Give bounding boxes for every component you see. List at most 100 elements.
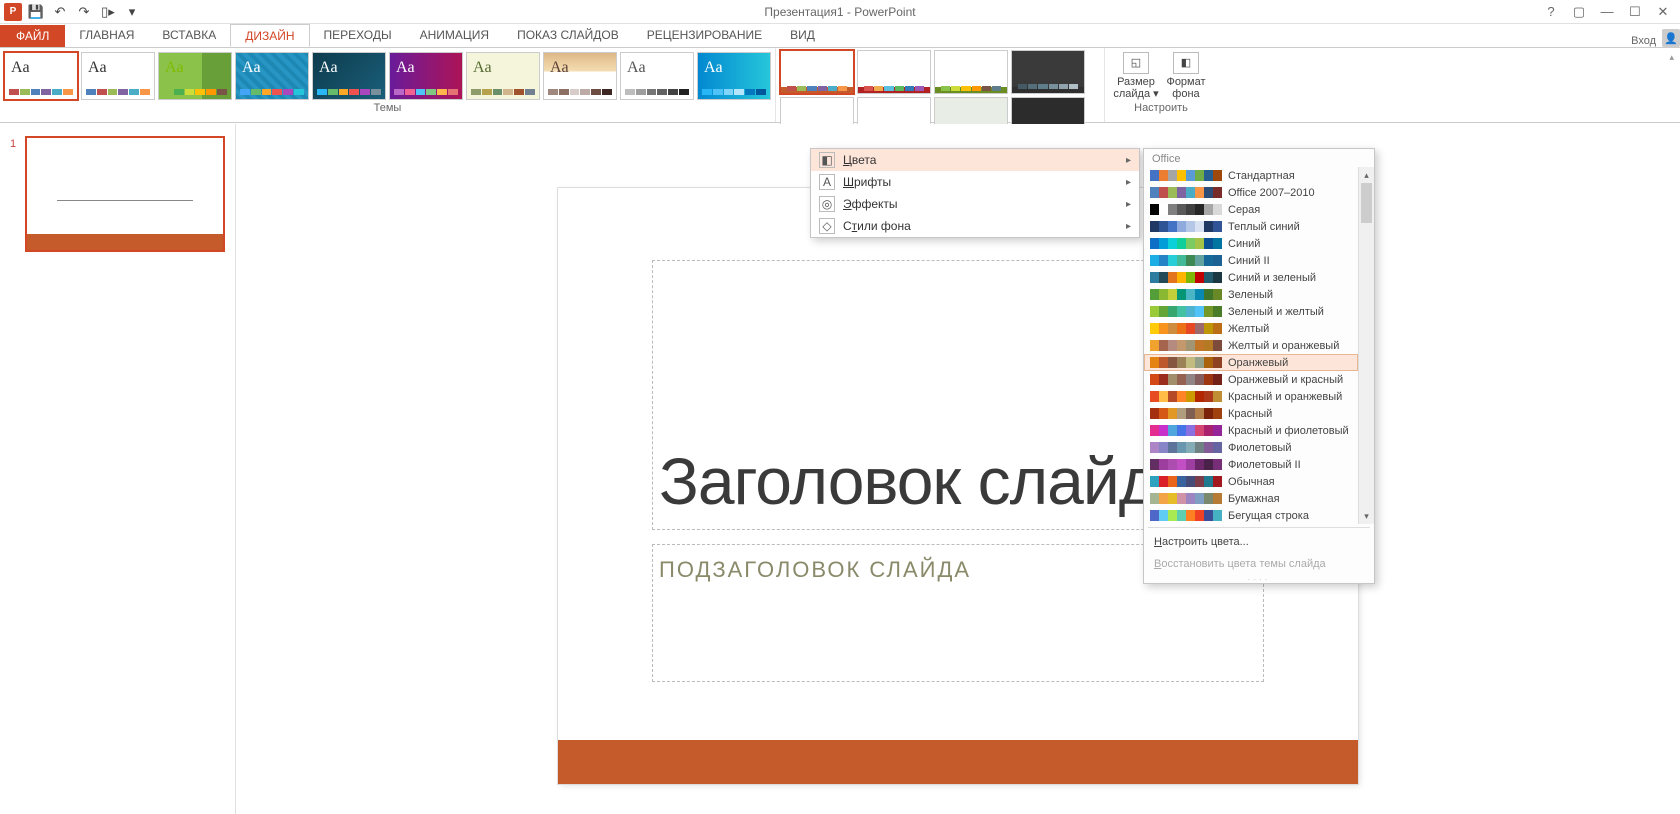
customize-colors-command[interactable]: Настроить цвета... [1144,531,1374,553]
color-scheme-14[interactable]: Красный [1144,405,1358,422]
close-button[interactable]: ✕ [1650,2,1676,22]
quick-access-toolbar: P 💾 ↶ ↷ ▯▸ ▾ [0,2,142,22]
variant-thumb-3[interactable] [1011,50,1085,94]
scroll-up-icon[interactable]: ▴ [1359,167,1374,183]
color-scheme-13[interactable]: Красный и оранжевый [1144,388,1358,405]
colors-header: Office [1144,149,1374,167]
app-icon: P [4,3,22,21]
menu-icon: A [819,174,835,190]
theme-thumb-6[interactable]: Aa [466,52,540,100]
tab-переходы[interactable]: ПЕРЕХОДЫ [310,24,406,47]
resize-grip[interactable]: ···· [1144,575,1374,583]
maximize-button[interactable]: ☐ [1622,2,1648,22]
subtitle-text: Подзаголовок слайда [659,557,971,582]
color-scheme-4[interactable]: Синий [1144,235,1358,252]
tab-вставка[interactable]: ВСТАВКА [148,24,230,47]
themes-group-label: Темы [4,102,771,114]
slide-footer-bar [558,740,1358,784]
slides-panel[interactable]: 1 [0,124,236,814]
color-scheme-5[interactable]: Синий II [1144,252,1358,269]
theme-thumb-9[interactable]: Aa [697,52,771,100]
ribbon: AaAaAaAaAaAaAaAaAaAa Темы ◱ Размер слайд… [0,47,1680,123]
theme-thumb-7[interactable]: Aa [543,52,617,100]
color-scheme-0[interactable]: Стандартная [1144,167,1358,184]
tab-дизайн[interactable]: ДИЗАЙН [230,24,309,47]
color-scheme-10[interactable]: Желтый и оранжевый [1144,337,1358,354]
tab-вид[interactable]: ВИД [776,24,829,47]
window-controls: ? ▢ — ☐ ✕ [1538,2,1680,22]
format-background-icon: ◧ [1173,52,1199,74]
customize-group-label: Настроить [1113,102,1209,114]
qat-customize[interactable]: ▾ [122,2,142,22]
menu-icon: ◎ [819,196,835,212]
variants-menu-Шрифты[interactable]: AШрифты▸ [811,171,1139,193]
color-scheme-17[interactable]: Фиолетовый II [1144,456,1358,473]
help-icon[interactable]: ? [1538,2,1564,22]
color-scheme-12[interactable]: Оранжевый и красный [1144,371,1358,388]
color-scheme-3[interactable]: Теплый синий [1144,218,1358,235]
theme-thumb-1[interactable]: Aa [81,52,155,100]
qat-undo[interactable]: ↶ [50,2,70,22]
qat-save[interactable]: 💾 [26,2,46,22]
tab-показ слайдов[interactable]: ПОКАЗ СЛАЙДОВ [503,24,633,47]
color-scheme-20[interactable]: Бегущая строка [1144,507,1358,524]
slide-thumbnail-1[interactable] [25,136,225,252]
avatar[interactable]: 👤 [1662,29,1680,47]
variants-menu-Эффекты[interactable]: ◎Эффекты▸ [811,193,1139,215]
ribbon-display-options[interactable]: ▢ [1566,2,1592,22]
color-scheme-6[interactable]: Синий и зеленый [1144,269,1358,286]
slide-size-button[interactable]: ◱ Размер слайда ▾ [1113,50,1159,100]
variants-menu-Цвета[interactable]: ◧Цвета▸ [811,149,1139,171]
minimize-button[interactable]: — [1594,2,1620,22]
color-scheme-1[interactable]: Office 2007–2010 [1144,184,1358,201]
variants-flyout-menu: ◧Цвета▸AШрифты▸◎Эффекты▸◇Стили фона▸ [810,148,1140,238]
customize-group: ◱ Размер слайда ▾ ◧ Формат фона Настроит… [1104,48,1217,122]
chevron-right-icon: ▸ [1126,221,1131,232]
variants-group [775,48,1104,122]
slide-number: 1 [10,138,16,150]
color-scheme-15[interactable]: Красный и фиолетовый [1144,422,1358,439]
tab-анимация[interactable]: АНИМАЦИЯ [406,24,503,47]
sign-in[interactable]: Вход [1631,35,1656,47]
theme-thumb-3[interactable]: Aa [235,52,309,100]
reset-colors-command: Восстановить цвета темы слайда [1144,553,1374,575]
colors-submenu: Office СтандартнаяOffice 2007–2010СераяТ… [1143,148,1375,584]
qat-redo[interactable]: ↷ [74,2,94,22]
chevron-right-icon: ▸ [1126,199,1131,210]
theme-thumb-8[interactable]: Aa [620,52,694,100]
theme-thumb-0[interactable]: Aa [4,52,78,100]
chevron-right-icon: ▸ [1126,177,1131,188]
theme-thumb-5[interactable]: Aa [389,52,463,100]
tab-file[interactable]: ФАЙЛ [0,25,65,47]
color-scheme-11[interactable]: Оранжевый [1144,354,1358,371]
color-scheme-19[interactable]: Бумажная [1144,490,1358,507]
title-bar: P 💾 ↶ ↷ ▯▸ ▾ Презентация1 - PowerPoint ?… [0,0,1680,24]
color-scheme-2[interactable]: Серая [1144,201,1358,218]
title-text: Заголовок слайда [659,443,1192,519]
scroll-thumb[interactable] [1361,183,1372,223]
color-scheme-18[interactable]: Обычная [1144,473,1358,490]
color-scheme-7[interactable]: Зеленый [1144,286,1358,303]
tab-рецензирование[interactable]: РЕЦЕНЗИРОВАНИЕ [633,24,776,47]
menu-icon: ◇ [819,218,835,234]
ribbon-tabs: ФАЙЛ ГЛАВНАЯВСТАВКАДИЗАЙНПЕРЕХОДЫАНИМАЦИ… [0,24,1680,47]
colors-scrollbar[interactable]: ▴ ▾ [1358,167,1374,524]
themes-group: AaAaAaAaAaAaAaAaAaAa Темы [0,48,775,122]
color-scheme-9[interactable]: Желтый [1144,320,1358,337]
format-background-button[interactable]: ◧ Формат фона [1163,50,1209,100]
variant-thumb-1[interactable] [857,50,931,94]
window-title: Презентация1 - PowerPoint [764,5,915,19]
qat-from-beginning[interactable]: ▯▸ [98,2,118,22]
theme-thumb-4[interactable]: Aa [312,52,386,100]
menu-icon: ◧ [819,152,835,168]
variants-menu-Стили фона[interactable]: ◇Стили фона▸ [811,215,1139,237]
chevron-right-icon: ▸ [1126,155,1131,166]
slide-size-icon: ◱ [1123,52,1149,74]
theme-thumb-2[interactable]: Aa [158,52,232,100]
variant-thumb-2[interactable] [934,50,1008,94]
color-scheme-8[interactable]: Зеленый и желтый [1144,303,1358,320]
scroll-down-icon[interactable]: ▾ [1359,508,1374,524]
variant-thumb-0[interactable] [780,50,854,94]
color-scheme-16[interactable]: Фиолетовый [1144,439,1358,456]
tab-главная[interactable]: ГЛАВНАЯ [65,24,148,47]
